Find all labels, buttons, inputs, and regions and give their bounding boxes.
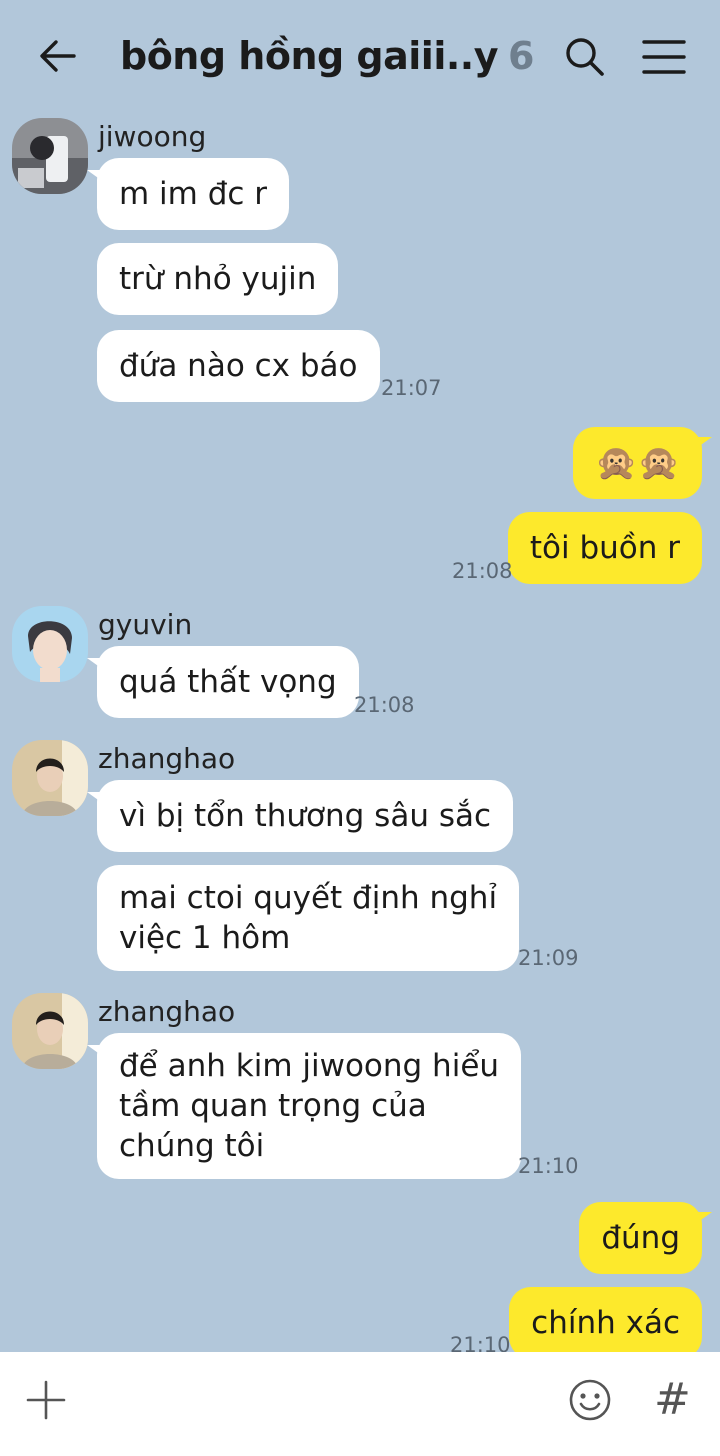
menu-icon[interactable]	[640, 36, 688, 78]
avatar-jiwoong[interactable]	[12, 118, 88, 194]
sender-name-jiwoong: jiwoong	[98, 120, 207, 153]
message-timestamp: 21:10	[518, 1154, 579, 1178]
avatar-zhanghao[interactable]	[12, 993, 88, 1069]
chat-title-text: bông hồng gaiii..y	[120, 34, 499, 78]
emoji-icon[interactable]	[566, 1376, 614, 1428]
input-bar: #	[0, 1352, 720, 1456]
message-bubble[interactable]: chính xác	[509, 1287, 702, 1352]
sender-name-gyuvin: gyuvin	[98, 608, 193, 641]
hashtag-icon[interactable]: #	[654, 1374, 691, 1426]
avatar-zhanghao[interactable]	[12, 740, 88, 816]
message-timestamp: 21:07	[381, 376, 442, 400]
back-arrow-icon[interactable]	[36, 34, 80, 78]
message-bubble[interactable]: tôi buồn r	[507, 512, 702, 584]
chat-title[interactable]: bông hồng gaiii..y 6	[120, 34, 534, 84]
message-bubble[interactable]: để anh kim jiwoong hiểu tầm quan trọng c…	[86, 1033, 522, 1179]
message-bubble[interactable]: đứa nào cx báo	[97, 330, 380, 402]
message-timestamp: 21:08	[452, 559, 513, 583]
avatar-gyuvin[interactable]	[12, 606, 88, 682]
sender-name-zhanghao: zhanghao	[98, 995, 236, 1028]
message-bubble[interactable]: vì bị tổn thương sâu sắc	[86, 780, 514, 852]
message-bubble[interactable]: mai ctoi quyết định nghỉ việc 1 hôm	[97, 865, 520, 971]
message-bubble[interactable]: đúng	[579, 1202, 712, 1274]
message-bubble[interactable]: m im đc r	[86, 158, 290, 230]
message-timestamp: 21:08	[354, 693, 415, 717]
chat-header: bông hồng gaiii..y 6	[0, 0, 720, 116]
message-bubble[interactable]: trừ nhỏ yujin	[97, 243, 339, 315]
message-timestamp: 21:09	[518, 946, 579, 970]
message-bubble-emoji[interactable]: 🙊🙊	[573, 427, 712, 499]
plus-icon[interactable]	[24, 1378, 68, 1426]
member-count: 6	[508, 34, 534, 78]
sender-name-zhanghao: zhanghao	[98, 742, 236, 775]
search-icon[interactable]	[562, 34, 608, 80]
message-bubble[interactable]: quá thất vọng	[87, 646, 359, 718]
message-list[interactable]: jiwoong m im đc r trừ nhỏ yujin đứa nào …	[0, 116, 720, 1352]
message-timestamp: 21:10	[450, 1333, 511, 1352]
